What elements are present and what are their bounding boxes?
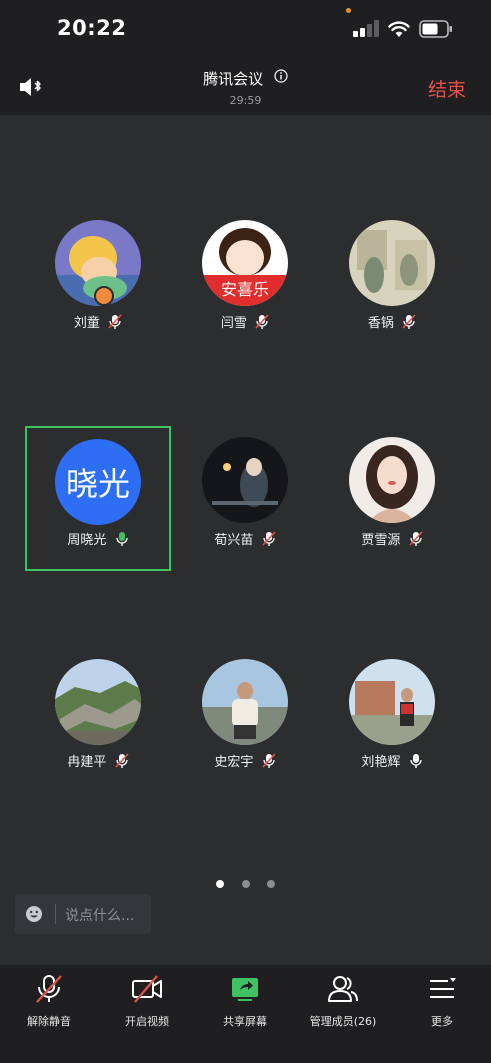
chat-input[interactable]: 说点什么...	[15, 894, 151, 934]
more-menu-icon	[430, 978, 456, 998]
start-video-label: 开启视频	[125, 1015, 169, 1028]
participant-name: 闫雪	[220, 316, 247, 331]
emoji-icon[interactable]	[25, 905, 43, 923]
mic-muted-icon	[408, 530, 423, 546]
participant-tile[interactable]: 荀兴苗	[172, 428, 318, 573]
participant-name: 史宏宇	[214, 755, 254, 770]
avatar: 安喜乐	[202, 220, 288, 306]
bottom-toolbar: 解除静音 开启视频 共享屏幕 管理成员(26) 更多	[0, 965, 491, 1063]
share-screen-icon	[232, 978, 258, 1001]
participant-name: 贾雪源	[361, 533, 401, 548]
manage-members-button[interactable]: 管理成员(26)	[294, 973, 392, 1033]
chat-placeholder: 说点什么...	[65, 908, 135, 924]
mic-muted-icon	[255, 313, 269, 329]
participant-name: 冉建平	[67, 755, 107, 770]
battery-icon	[419, 20, 452, 38]
host-badge-icon	[94, 286, 114, 306]
mic-muted-icon	[261, 530, 276, 546]
participant-tile[interactable]: 史宏宇	[172, 650, 318, 795]
more-label: 更多	[431, 1015, 453, 1028]
mic-muted-icon	[261, 752, 276, 768]
participant-grid: 刘童 安喜乐 闫雪 香锅 晓光 周晓光 荀兴苗 贾雪源 冉建平 史宏宇 刘艳辉 …	[0, 115, 491, 965]
mic-muted-icon	[114, 752, 129, 768]
avatar	[349, 659, 435, 745]
unmute-label: 解除静音	[27, 1015, 71, 1028]
share-screen-label: 共享屏幕	[223, 1015, 267, 1028]
info-icon[interactable]	[274, 69, 288, 83]
cellular-signal-icon	[353, 20, 379, 37]
unmute-button[interactable]: 解除静音	[0, 973, 98, 1033]
wifi-icon	[388, 21, 410, 37]
participant-name: 周晓光	[67, 533, 107, 548]
avatar	[202, 437, 288, 523]
share-screen-button[interactable]: 共享屏幕	[196, 973, 294, 1033]
participant-name: 香锅	[367, 316, 394, 331]
start-video-button[interactable]: 开启视频	[98, 973, 196, 1033]
participant-name: 刘艳辉	[361, 755, 401, 770]
video-off-icon	[132, 975, 162, 1003]
status-bar: 20:22	[0, 0, 491, 58]
mic-muted-icon	[108, 313, 122, 329]
camera-indicator-dot	[346, 8, 351, 13]
page-dot[interactable]	[266, 880, 275, 888]
participant-tile[interactable]: 安喜乐 闫雪	[172, 211, 318, 356]
mic-muted-icon	[402, 313, 416, 329]
meeting-header: 腾讯会议 29:59 结束	[0, 58, 491, 115]
chat-divider	[55, 904, 56, 924]
svg-text:安喜乐: 安喜乐	[221, 280, 269, 299]
members-icon	[328, 976, 358, 1002]
participant-name: 刘童	[73, 316, 100, 331]
mic-muted-icon	[36, 975, 62, 1003]
participant-name: 荀兴苗	[214, 533, 254, 548]
meeting-title-row[interactable]: 腾讯会议	[0, 68, 491, 89]
end-meeting-button[interactable]: 结束	[428, 75, 466, 102]
participant-tile[interactable]: 刘童	[25, 211, 171, 356]
page-indicator[interactable]	[0, 873, 491, 892]
page-dot-active[interactable]	[216, 880, 225, 888]
status-time: 20:22	[57, 16, 127, 40]
participant-tile[interactable]: 香锅	[319, 211, 465, 356]
participant-tile[interactable]: 贾雪源	[319, 428, 465, 573]
avatar	[349, 437, 435, 523]
avatar	[202, 659, 288, 745]
avatar	[349, 220, 435, 306]
page-dot[interactable]	[241, 880, 250, 888]
meeting-timer: 29:59	[229, 94, 262, 107]
participant-tile-active-speaker[interactable]: 晓光 周晓光	[25, 426, 171, 571]
participant-tile[interactable]: 刘艳辉	[319, 650, 465, 795]
avatar: 晓光	[55, 439, 141, 525]
more-button[interactable]: 更多	[393, 973, 491, 1033]
participant-tile[interactable]: 冉建平	[25, 650, 171, 795]
mic-active-icon	[115, 531, 128, 546]
avatar	[55, 659, 141, 745]
manage-members-label: 管理成员(26)	[309, 1015, 377, 1028]
mic-on-icon	[409, 753, 422, 768]
meeting-title: 腾讯会议	[203, 70, 264, 88]
